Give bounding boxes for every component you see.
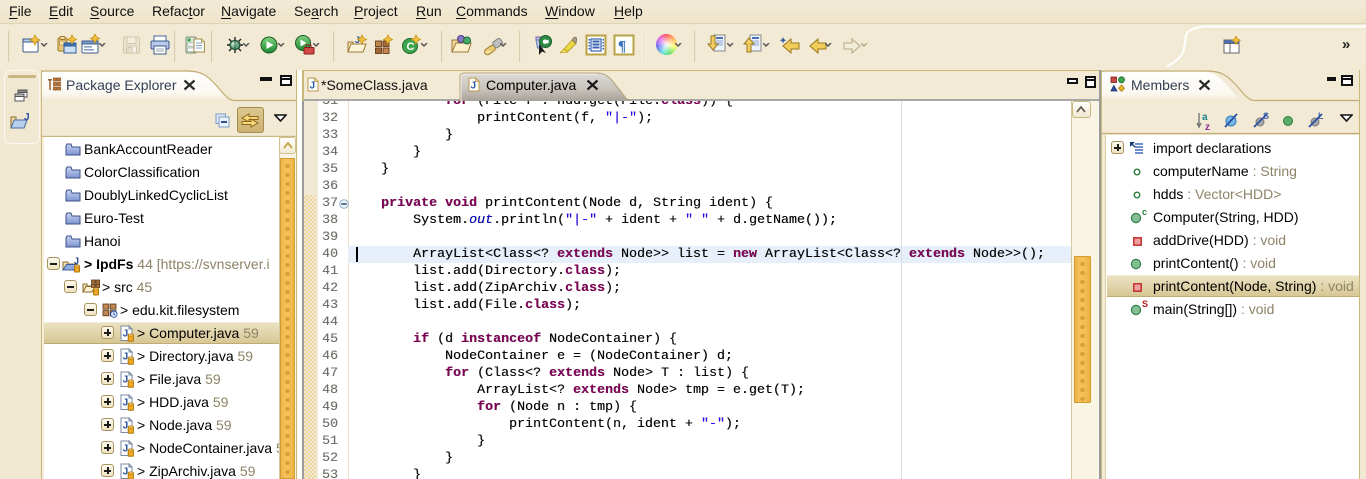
svg-text:¶: ¶ [618,39,626,55]
svg-text:J: J [123,398,129,409]
svg-text:J: J [123,352,129,363]
svg-text:J: J [123,329,129,340]
svg-text:J: J [123,467,129,478]
svg-text:J: J [74,256,79,266]
svg-text:J: J [471,81,477,92]
svg-text:J: J [123,375,129,386]
svg-text:J: J [310,81,316,92]
svg-text:J: J [123,444,129,455]
svg-text:J: J [24,112,30,123]
svg-text:z: z [1205,122,1210,131]
svg-text:J: J [123,421,129,432]
svg-text:C: C [407,41,415,53]
